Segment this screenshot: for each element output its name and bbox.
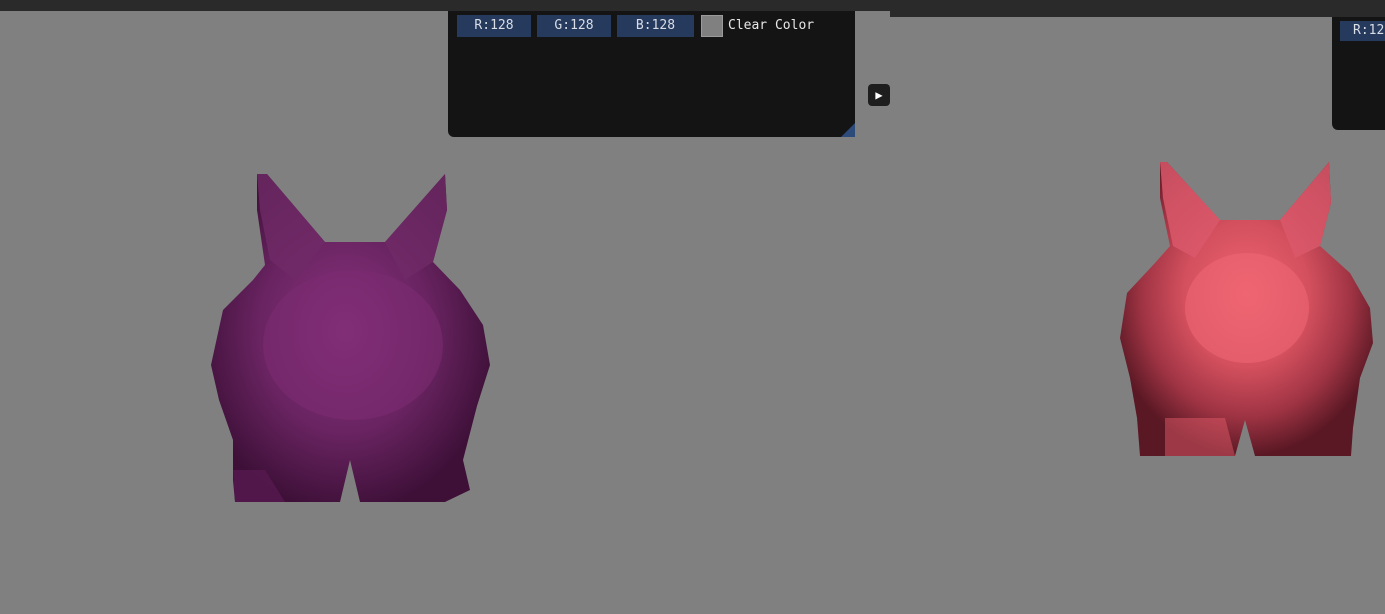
- bunny-model-purple: [211, 174, 490, 502]
- red-channel-field-right[interactable]: R:12: [1340, 21, 1385, 41]
- clear-color-swatch[interactable]: [701, 15, 723, 37]
- blue-channel-field[interactable]: B:128: [617, 15, 694, 37]
- red-channel-field[interactable]: R:128: [457, 15, 531, 37]
- panel-resize-grip[interactable]: [841, 123, 855, 137]
- settings-panel-right: R:12: [1332, 17, 1385, 130]
- window-top-bar-right: [890, 0, 1385, 17]
- render-viewport-left: R:128 G:128 B:128 Clear Color ▶: [0, 0, 890, 614]
- clear-color-label: Clear Color: [728, 18, 815, 33]
- settings-panel: R:128 G:128 B:128 Clear Color: [448, 11, 855, 137]
- play-icon[interactable]: ▶: [868, 84, 890, 106]
- bunny-model-red: [1120, 162, 1373, 456]
- render-viewport-right: R:12: [890, 17, 1385, 614]
- green-channel-field[interactable]: G:128: [537, 15, 611, 37]
